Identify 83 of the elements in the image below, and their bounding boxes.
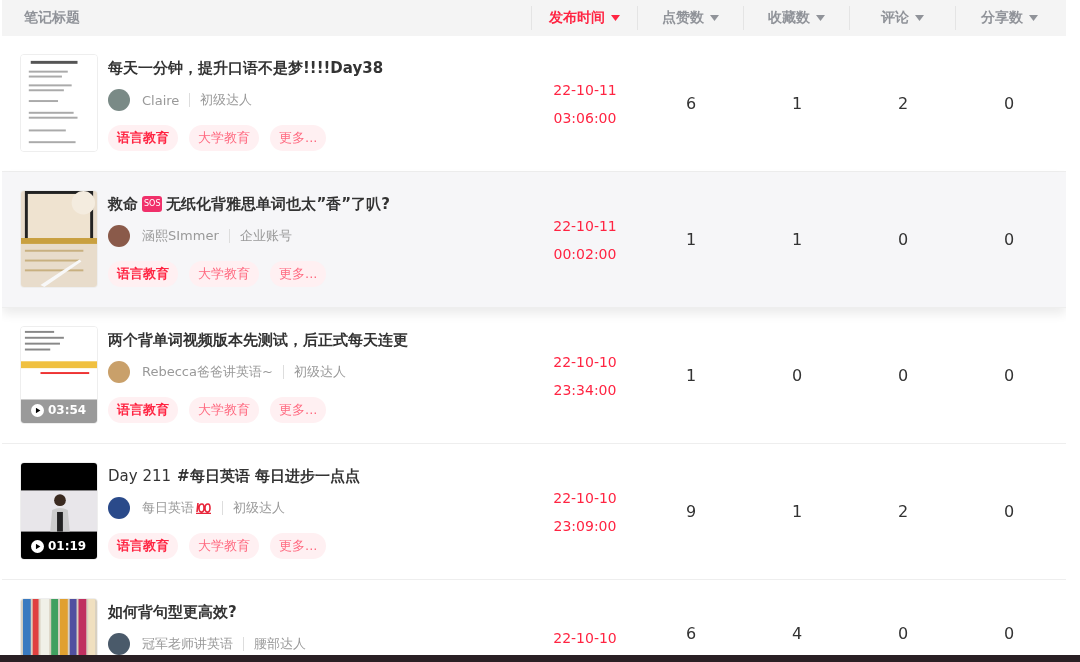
- duration-text: 01:19: [48, 539, 87, 553]
- author-level: 初级达人: [200, 91, 253, 109]
- column-header[interactable]: 笔记标题: [2, 6, 532, 30]
- caret-icon: [816, 15, 825, 21]
- highlighted-row[interactable]: 救命 SOS 无纸化背雅思单词也太”香”了叭? 涵熙SImmer 企业账号 语言教育 大学教育 更多... 22-10-11 00:02:00 1 1 0 0: [2, 172, 1066, 308]
- note-title[interactable]: 每天一分钟，提升口语不是梦!!!!Day38: [108, 58, 384, 78]
- stat-value: 1: [791, 230, 803, 249]
- stat-value: 1: [685, 366, 697, 385]
- play-icon: [31, 539, 44, 553]
- note-title[interactable]: 救命: [108, 194, 138, 214]
- publish-time: 23:09:00: [553, 516, 617, 536]
- tag[interactable]: 大学教育: [189, 397, 259, 423]
- caret-icon: [611, 15, 620, 21]
- note-title[interactable]: 无纸化背雅思单词也太”香”了叭?: [166, 194, 390, 214]
- tag[interactable]: 语言教育: [108, 533, 178, 559]
- tag[interactable]: 语言教育: [108, 125, 178, 151]
- table-row[interactable]: 每天一分钟，提升口语不是梦!!!!Day38 Claire 初级达人 语言教育 大学教育 更多... 22-10-11 03:06:00 6 1 2 0: [2, 36, 1066, 172]
- avatar: [108, 361, 130, 383]
- stat-value: 0: [897, 624, 909, 643]
- more-tags-button[interactable]: 更多...: [270, 533, 327, 559]
- caret-icon: [915, 15, 924, 21]
- note-title[interactable]: #每日英语 每日进步一点点: [177, 466, 360, 486]
- publish-time: 23:34:00: [553, 380, 617, 400]
- play-icon: [31, 403, 44, 417]
- stat-value: 4: [791, 624, 803, 643]
- column-header[interactable]: 发布时间: [532, 6, 638, 30]
- author-name[interactable]: Rebecca爸爸讲英语~: [142, 363, 273, 381]
- stat-value: 0: [1003, 94, 1015, 113]
- publish-date: 22-10-10: [553, 352, 617, 372]
- sos-icon: SOS: [142, 196, 163, 212]
- more-tags-button[interactable]: 更多...: [270, 261, 327, 287]
- caret-icon: [710, 15, 719, 21]
- tag[interactable]: 语言教育: [108, 397, 178, 423]
- duration-text: 03:54: [48, 403, 87, 417]
- stat-value: 1: [685, 230, 697, 249]
- stat-value: 0: [1003, 230, 1015, 249]
- table-row[interactable]: 03:54 两个背单词视频版本先测试，后正式每天连更 Rebecca爸爸讲英语~ 初级达人 语言教育 大学教育 更多... 22-10-10 23:34:00 1 0 0 0: [2, 308, 1066, 444]
- stat-value: 2: [897, 94, 909, 113]
- avatar: [108, 497, 130, 519]
- publish-date: 22-10-11: [553, 80, 617, 100]
- column-header[interactable]: 点赞数: [638, 6, 744, 30]
- author-level: 腰部达人: [254, 635, 306, 653]
- stat-value: 1: [791, 502, 803, 521]
- more-tags-button[interactable]: 更多...: [270, 125, 327, 151]
- note-title[interactable]: 如何背句型更高效?: [108, 602, 237, 622]
- caret-icon: [1028, 15, 1038, 21]
- tag[interactable]: 大学教育: [189, 125, 259, 151]
- avatar: [108, 225, 130, 247]
- column-header[interactable]: 评论: [850, 6, 956, 30]
- more-tags-button[interactable]: 更多...: [270, 397, 327, 423]
- stat-value: 1: [791, 94, 803, 113]
- table-row[interactable]: 01:19 Day 211 #每日英语 每日进步一点点 每日英语 初级达人 语言教育 大学教育 更多... 22-10-10 23:09:00 9 1 2 0: [2, 444, 1066, 580]
- author-name[interactable]: 涵熙SImmer: [142, 227, 219, 245]
- stat-value: 6: [685, 94, 697, 113]
- stat-value: 0: [1003, 502, 1015, 521]
- stat-value: 2: [897, 502, 909, 521]
- publish-date: 22-10-11: [553, 216, 617, 236]
- stat-value: 0: [1003, 366, 1015, 385]
- tag[interactable]: 语言教育: [108, 261, 178, 287]
- author-level: 初级达人: [293, 363, 346, 381]
- publish-time: 00:02:00: [553, 244, 617, 264]
- stat-value: 6: [685, 624, 697, 643]
- tag[interactable]: 大学教育: [189, 261, 259, 287]
- stat-value: 0: [897, 230, 909, 249]
- stat-value: 0: [791, 366, 803, 385]
- publish-date: 22-10-10: [553, 629, 617, 648]
- avatar: [108, 89, 130, 111]
- author-level: 初级达人: [233, 499, 285, 517]
- stat-value: 0: [897, 366, 909, 385]
- note-title[interactable]: 两个背单词视频版本先测试，后正式每天连更: [108, 330, 408, 350]
- column-header[interactable]: 分享数: [956, 6, 1062, 30]
- publish-time: 03:06:00: [553, 108, 617, 128]
- author-name[interactable]: 每日英语: [142, 499, 194, 517]
- avatar: [108, 633, 130, 655]
- author-name[interactable]: Claire: [142, 92, 180, 108]
- publish-date: 22-10-10: [553, 488, 617, 508]
- author-name[interactable]: 冠军老师讲英语: [142, 635, 233, 653]
- author-level: 企业账号: [239, 227, 292, 245]
- column-header[interactable]: 收藏数: [744, 6, 850, 30]
- note-title[interactable]: Day 211: [108, 467, 172, 485]
- stat-value: 9: [685, 502, 697, 521]
- tag[interactable]: 大学教育: [189, 533, 259, 559]
- stat-value: 0: [1003, 624, 1015, 643]
